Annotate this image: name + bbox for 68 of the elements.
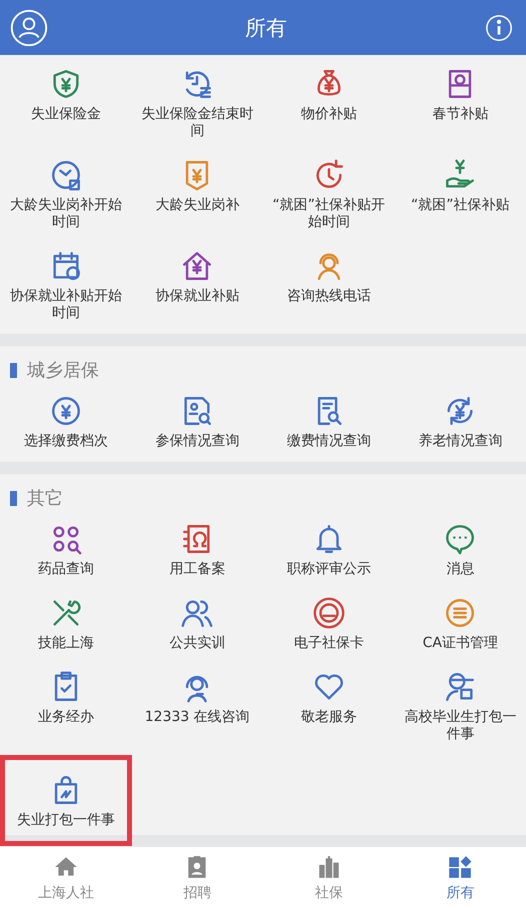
menu-item[interactable]: 协保就业补贴 bbox=[132, 237, 263, 328]
menu-item[interactable]: 春节补贴 bbox=[394, 55, 526, 146]
menu-label: 消息 bbox=[446, 561, 474, 578]
menu-item[interactable]: 药品查询 bbox=[0, 510, 132, 584]
menu-item[interactable]: 12333 在线咨询 bbox=[132, 658, 263, 749]
menu-label: 大龄失业岗补 bbox=[155, 197, 240, 214]
tab[interactable]: 上海人社 bbox=[0, 847, 132, 909]
menu-item[interactable]: 公共实训 bbox=[132, 584, 263, 658]
menu-item[interactable]: 失业保险金 bbox=[0, 55, 132, 146]
section-marker bbox=[10, 490, 17, 506]
menu-label: 业务经办 bbox=[38, 709, 94, 726]
menu-item[interactable]: 大龄失业岗补 bbox=[132, 146, 263, 237]
tab[interactable]: 社保 bbox=[263, 847, 394, 909]
tab[interactable]: 招聘 bbox=[132, 847, 263, 909]
page-title: 所有 bbox=[245, 14, 287, 42]
menu-item[interactable]: 失业打包一件事 bbox=[0, 755, 132, 846]
menu-item[interactable]: 物价补贴 bbox=[263, 55, 394, 146]
menu-item[interactable]: 用工备案 bbox=[132, 510, 263, 584]
menu-item[interactable]: 咨询热线电话 bbox=[263, 237, 394, 328]
menu-label: 咨询热线电话 bbox=[286, 288, 371, 305]
section-title: 城乡居保 bbox=[27, 359, 99, 382]
menu-label: 公共实训 bbox=[169, 635, 226, 652]
menu-label: 养老情况查询 bbox=[418, 433, 502, 450]
menu-label: 药品查询 bbox=[38, 561, 94, 578]
menu-item[interactable]: 协保就业补贴开始时间 bbox=[0, 237, 132, 328]
menu-label: 参保情况查询 bbox=[155, 433, 240, 450]
menu-label: 用工备案 bbox=[169, 561, 226, 578]
menu-label: 技能上海 bbox=[38, 635, 94, 652]
menu-item[interactable]: 电子社保卡 bbox=[263, 584, 394, 658]
user-icon[interactable] bbox=[10, 8, 48, 46]
menu-label: 失业保险金 bbox=[30, 106, 101, 123]
menu-label: “就困”社保补贴 bbox=[410, 197, 510, 214]
menu-label: 失业打包一件事 bbox=[16, 812, 115, 829]
menu-label: 协保就业补贴 bbox=[155, 288, 240, 305]
menu-item[interactable]: 选择缴费档次 bbox=[0, 382, 132, 456]
menu-item[interactable]: 技能上海 bbox=[0, 584, 132, 658]
tab[interactable]: 所有 bbox=[394, 847, 526, 909]
menu-label: 失业保险金结束时间 bbox=[140, 106, 254, 140]
menu-item[interactable]: 缴费情况查询 bbox=[263, 382, 394, 456]
menu-label: 大龄失业岗补开始时间 bbox=[8, 197, 123, 231]
menu-label: 选择缴费档次 bbox=[24, 433, 108, 450]
menu-label: 春节补贴 bbox=[432, 106, 488, 123]
menu-item[interactable]: CA证书管理 bbox=[394, 584, 526, 658]
menu-label: 12333 在线咨询 bbox=[144, 709, 250, 726]
menu-label: “就困”社保补贴开始时间 bbox=[271, 197, 386, 231]
menu-item[interactable]: “就困”社保补贴开始时间 bbox=[263, 146, 394, 237]
menu-item[interactable]: 参保情况查询 bbox=[132, 382, 263, 456]
menu-item[interactable]: “就困”社保补贴 bbox=[394, 146, 526, 237]
section-title: 其它 bbox=[27, 487, 63, 510]
menu-item[interactable]: 敬老服务 bbox=[263, 658, 394, 749]
menu-item[interactable]: 职称评审公示 bbox=[263, 510, 394, 584]
menu-label: 电子社保卡 bbox=[294, 635, 364, 652]
menu-label: 物价补贴 bbox=[300, 106, 357, 123]
menu-label: 高校毕业生打包一件事 bbox=[403, 709, 518, 743]
tiles-icon bbox=[447, 854, 474, 880]
section-marker bbox=[10, 362, 17, 378]
menu-item[interactable]: 消息 bbox=[394, 510, 526, 584]
menu-label: 职称评审公示 bbox=[286, 561, 371, 578]
menu-item[interactable]: 养老情况查询 bbox=[394, 382, 526, 456]
menu-label: CA证书管理 bbox=[422, 635, 498, 652]
info-icon[interactable] bbox=[484, 12, 514, 42]
menu-label: 缴费情况查询 bbox=[286, 433, 371, 450]
menu-item[interactable]: 失业保险金结束时间 bbox=[132, 55, 263, 146]
menu-item[interactable]: 大龄失业岗补开始时间 bbox=[0, 146, 132, 237]
menu-label: 敬老服务 bbox=[300, 709, 357, 726]
menu-item[interactable]: 高校毕业生打包一件事 bbox=[394, 658, 526, 749]
menu-label: 协保就业补贴开始时间 bbox=[8, 288, 123, 322]
menu-item[interactable]: 业务经办 bbox=[0, 658, 132, 749]
